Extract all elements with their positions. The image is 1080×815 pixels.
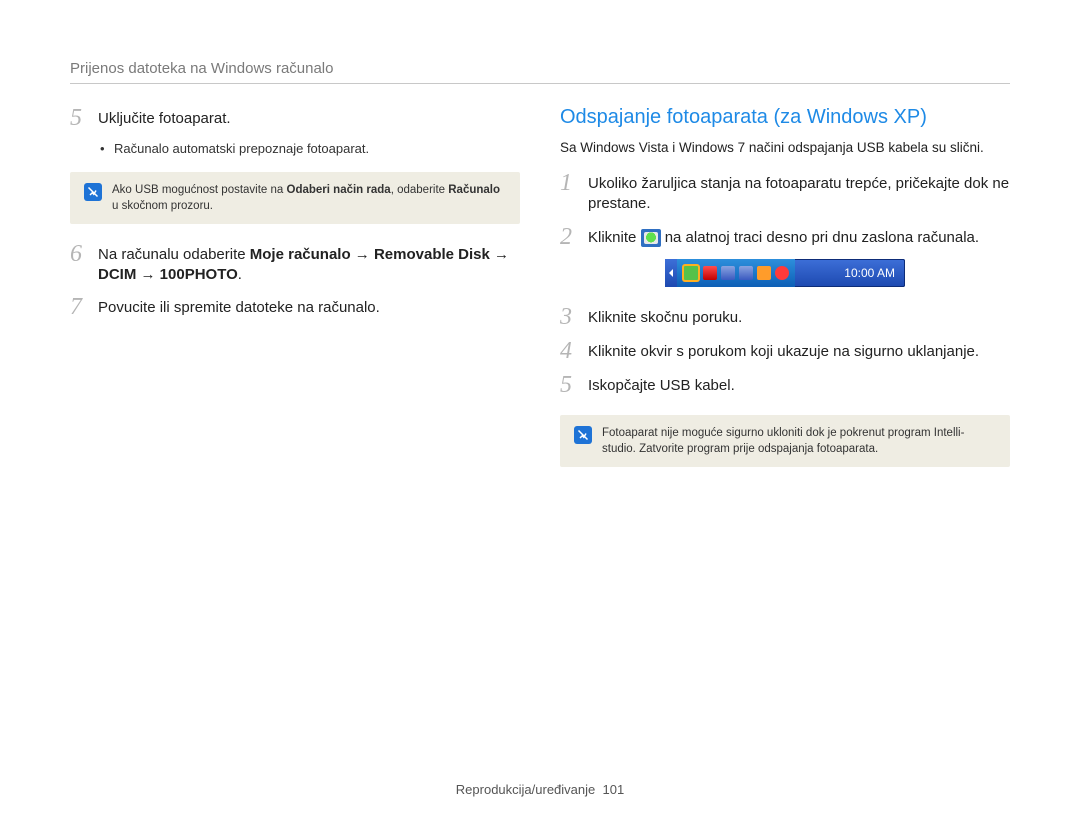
tray-volume-icon: [757, 266, 771, 280]
step-7: 7 Povucite ili spremite datoteke na raču…: [70, 295, 520, 319]
tray-icons-group: [677, 259, 795, 287]
section-title: Odspajanje fotoaparata (za Windows XP): [560, 106, 1010, 129]
tray-status-icon: [775, 266, 789, 280]
step-text: Kliknite okvir s porukom koji ukazuje na…: [588, 339, 979, 362]
note-box-2: Fotoaparat nije moguće sigurno ukloniti …: [560, 415, 1010, 467]
step-4: 4 Kliknite okvir s porukom koji ukazuje …: [560, 339, 1010, 363]
step-text: Povucite ili spremite datoteke na računa…: [98, 295, 380, 318]
manual-page: Prijenos datoteka na Windows računalo 5 …: [0, 0, 1080, 815]
page-header: Prijenos datoteka na Windows računalo: [70, 60, 1010, 84]
step-number: 5: [70, 106, 88, 130]
step-number: 6: [70, 242, 88, 266]
footer-page-number: 101: [603, 782, 625, 797]
note-icon: [574, 426, 592, 444]
step-text: Kliknite skočnu poruku.: [588, 305, 742, 328]
note-box-1: Ako USB mogućnost postavite na Odaberi n…: [70, 172, 520, 224]
safely-remove-icon: [641, 229, 661, 247]
step-number: 2: [560, 225, 578, 249]
page-footer: Reprodukcija/uređivanje 101: [0, 782, 1080, 797]
content-columns: 5 Uključite fotoaparat. •Računalo automa…: [70, 106, 1010, 485]
note-text: Fotoaparat nije moguće sigurno ukloniti …: [602, 425, 996, 457]
tray-safely-remove-icon: [683, 265, 699, 281]
right-column: Odspajanje fotoaparata (za Windows XP) S…: [560, 106, 1010, 485]
step-5b: 5 Iskopčajte USB kabel.: [560, 373, 1010, 397]
tray-clock: 10:00 AM: [834, 266, 905, 280]
left-column: 5 Uključite fotoaparat. •Računalo automa…: [70, 106, 520, 485]
step-number: 7: [70, 295, 88, 319]
tray-expand-icon: [665, 259, 677, 287]
step-text: Iskopčajte USB kabel.: [588, 373, 735, 396]
windows-system-tray: 10:00 AM: [665, 259, 905, 287]
step-3: 3 Kliknite skočnu poruku.: [560, 305, 1010, 329]
step-2: 2 Kliknite na alatnoj traci desno pri dn…: [560, 225, 1010, 249]
section-intro: Sa Windows Vista i Windows 7 načini odsp…: [560, 139, 1010, 157]
tray-shield-icon: [703, 266, 717, 280]
step-number: 5: [560, 373, 578, 397]
step-text: Uključite fotoaparat.: [98, 106, 231, 129]
step-6: 6 Na računalu odaberite Moje računalo → …: [70, 242, 520, 286]
footer-label: Reprodukcija/uređivanje: [456, 782, 595, 797]
note-text: Ako USB mogućnost postavite na Odaberi n…: [112, 182, 506, 214]
step-1: 1 Ukoliko žaruljica stanja na fotoaparat…: [560, 171, 1010, 215]
step-number: 4: [560, 339, 578, 363]
tray-monitor-icon: [739, 266, 753, 280]
tray-monitor-icon: [721, 266, 735, 280]
step-number: 3: [560, 305, 578, 329]
step-text: Na računalu odaberite Moje računalo → Re…: [98, 242, 520, 286]
step-text: Ukoliko žaruljica stanja na fotoaparatu …: [588, 171, 1010, 215]
step-5: 5 Uključite fotoaparat.: [70, 106, 520, 130]
step-number: 1: [560, 171, 578, 195]
note-icon: [84, 183, 102, 201]
step-text: Kliknite na alatnoj traci desno pri dnu …: [588, 225, 979, 248]
step-5-sub: •Računalo automatski prepoznaje fotoapar…: [100, 140, 520, 158]
